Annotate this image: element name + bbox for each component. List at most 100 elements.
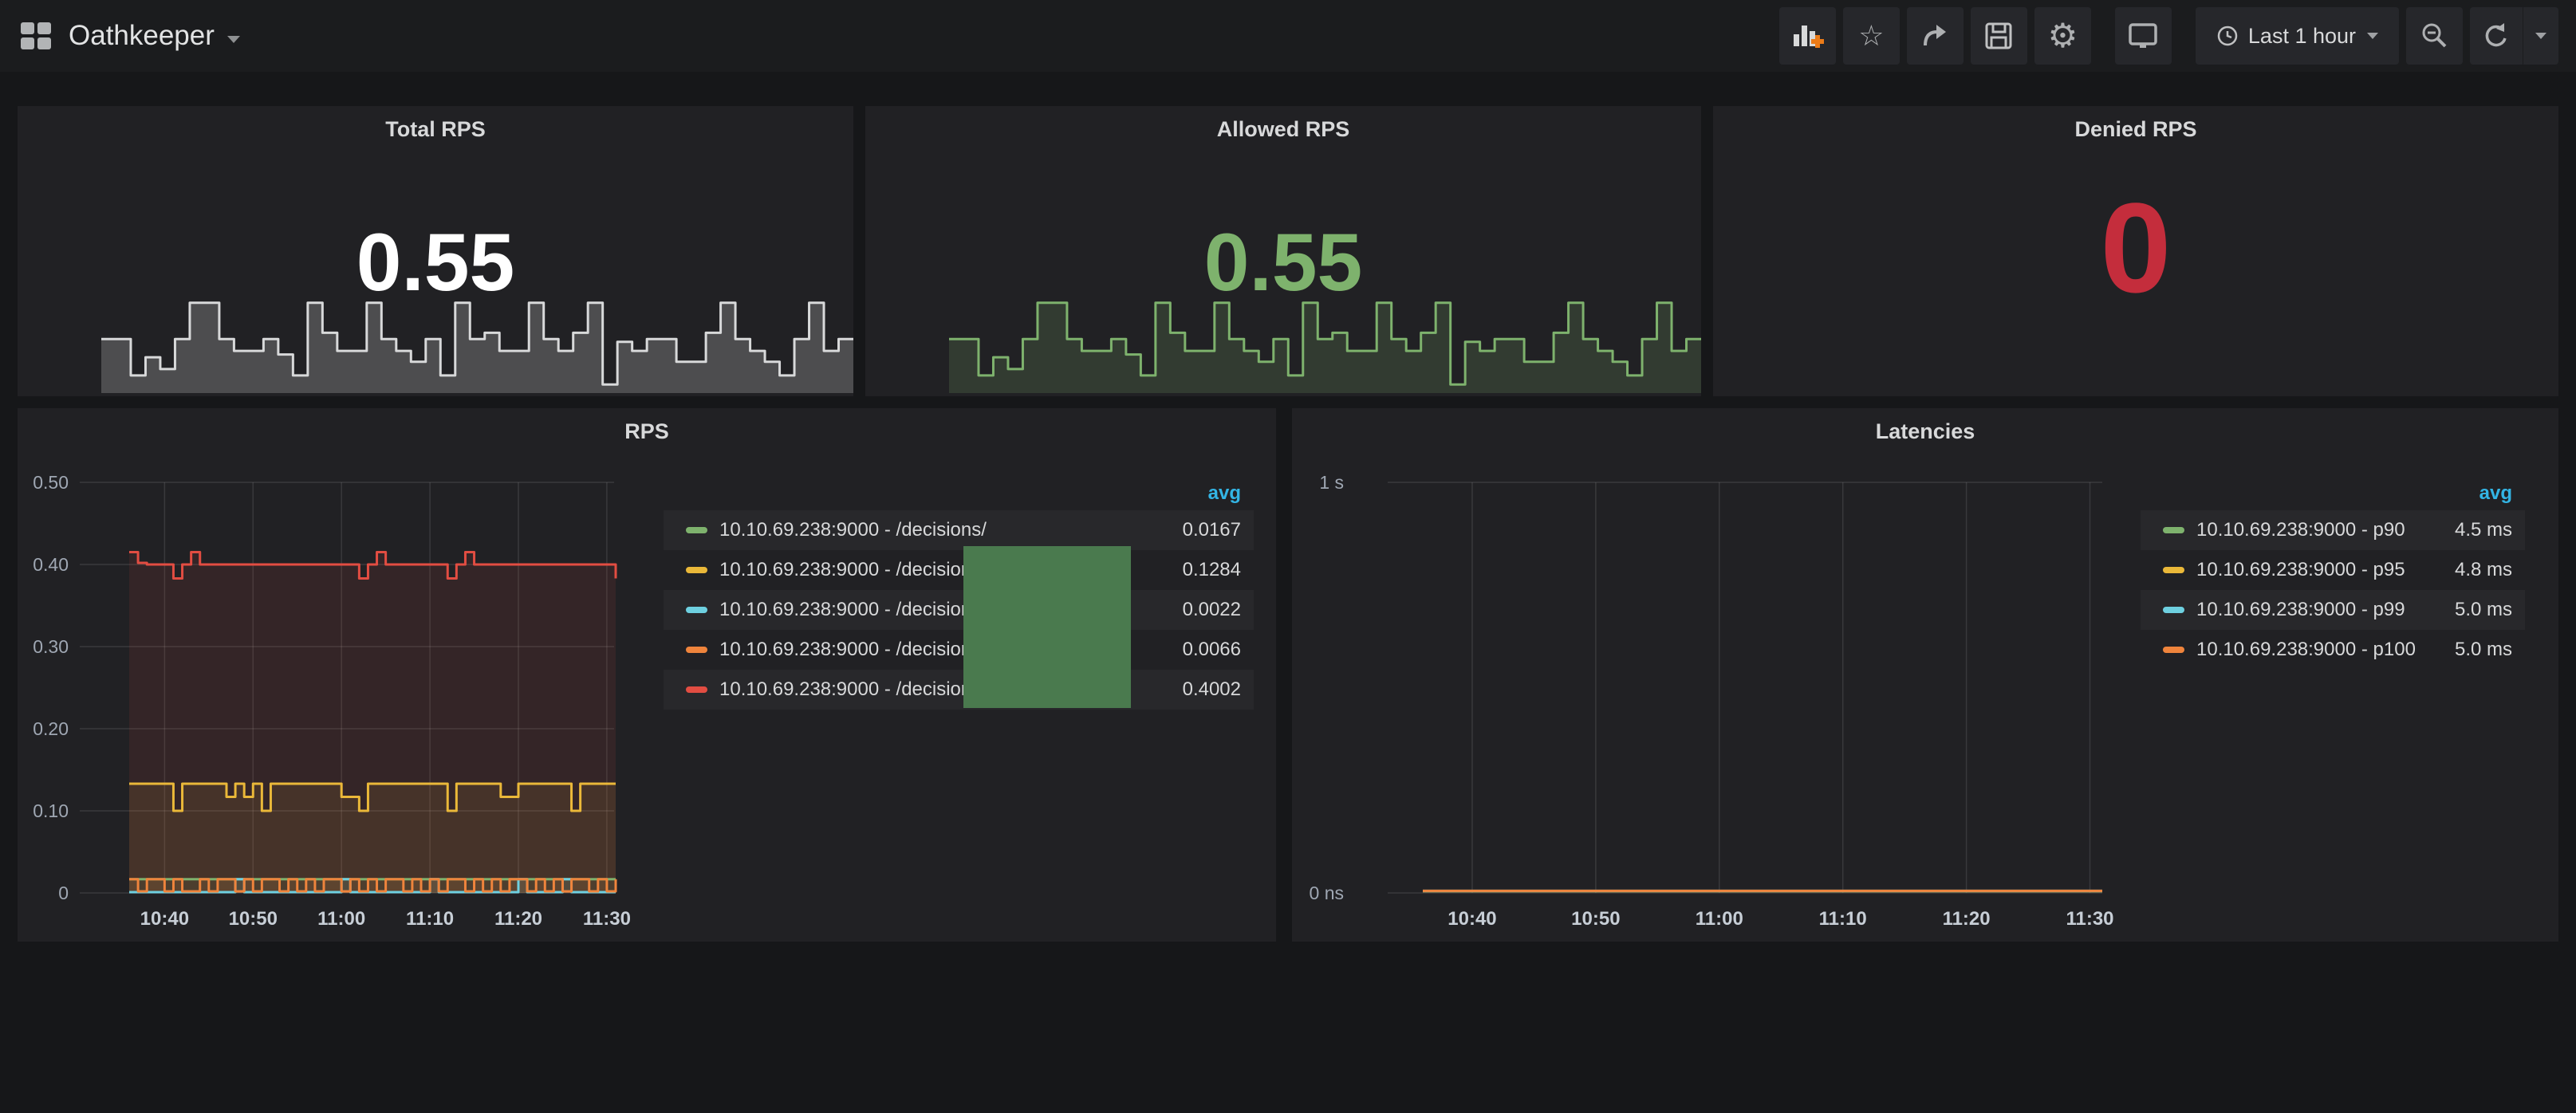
series-color-swatch [2163,607,2184,613]
star-button[interactable]: ☆ [1843,7,1900,65]
caret-down-icon [227,36,240,43]
series-color-swatch [686,607,707,613]
series-name: 10.10.69.238:9000 - /decisions/ [719,599,987,621]
series-avg: 4.8 ms [2455,559,2512,581]
time-range-picker[interactable]: Last 1 hour [2196,7,2399,65]
refresh-icon [2482,22,2511,50]
series-avg: 0.0066 [1183,639,1241,661]
zoom-out-icon [2420,21,2450,51]
green-overlay-box [963,546,1131,708]
legend-row[interactable]: 10.10.69.238:9000 - /decisions/ 0.0167 [664,510,1254,550]
caret-down-icon [2535,33,2546,39]
series-avg: 0.0022 [1183,599,1241,621]
legend-row[interactable]: 10.10.69.238:9000 - /decisions/ 0.0066 [664,630,1254,670]
legend-row[interactable]: 10.10.69.238:9000 - /decisions/ 0.1284 [664,550,1254,590]
legend-row[interactable]: 10.10.69.238:9000 - /decisions/ 0.4002 [664,670,1254,710]
svg-text:1 s: 1 s [1319,472,1344,493]
gear-icon: ⚙ [2048,19,2078,53]
grafana-dashboard: Oathkeeper ☆ [0,0,2576,1113]
svg-text:0.20: 0.20 [33,718,69,739]
svg-text:10:40: 10:40 [1448,908,1496,930]
panel-title[interactable]: Total RPS [18,117,853,142]
legend-row[interactable]: 10.10.69.238:9000 - p99 5.0 ms [2141,590,2525,630]
legend-row[interactable]: 10.10.69.238:9000 - /decisions/ 0.0022 [664,590,1254,630]
tv-icon [2126,21,2160,51]
panel-latencies-chart: Latencies 0 ns 1 s 10:40 10:50 11:00 11:10 11:… [1292,408,2558,942]
svg-text:11:30: 11:30 [583,908,631,930]
dashboards-grid-icon [21,22,51,49]
svg-text:11:00: 11:00 [317,908,365,930]
navbar-toolbar: ☆ ⚙ [1772,7,2558,65]
legend-avg-header: avg [2141,477,2525,510]
svg-text:10:50: 10:50 [1571,908,1620,930]
panel-title[interactable]: Denied RPS [1713,117,2558,142]
stat-value: 0.55 [865,216,1701,309]
dashboard-title[interactable]: Oathkeeper [69,20,215,52]
series-avg: 5.0 ms [2455,599,2512,621]
svg-text:0.30: 0.30 [33,636,69,657]
share-button[interactable] [1907,7,1964,65]
series-avg: 0.4002 [1183,678,1241,701]
series-avg: 0.0167 [1183,519,1241,541]
series-name: 10.10.69.238:9000 - /decisions/ [719,559,987,581]
svg-text:0.40: 0.40 [33,554,69,575]
series-name: 10.10.69.238:9000 - /decisions/ [719,678,987,701]
series-name: 10.10.69.238:9000 - p99 [2196,599,2405,621]
svg-text:0.50: 0.50 [33,472,69,493]
svg-text:11:20: 11:20 [1943,908,1991,930]
svg-text:11:30: 11:30 [2066,908,2113,930]
stat-value: 0 [1713,175,2558,321]
panel-title[interactable]: Allowed RPS [865,117,1701,142]
series-color-swatch [686,686,707,693]
caret-down-icon [2367,33,2378,39]
panel-title[interactable]: RPS [18,419,1276,444]
rps-legend: avg 10.10.69.238:9000 - /decisions/ 0.01… [664,477,1254,710]
dashboard-switcher[interactable]: Oathkeeper [21,20,240,52]
cycle-view-button[interactable] [2115,7,2172,65]
series-name: 10.10.69.238:9000 - p95 [2196,559,2405,581]
star-icon: ☆ [1858,22,1884,50]
svg-text:11:20: 11:20 [494,908,542,930]
svg-text:0.10: 0.10 [33,800,69,821]
series-name: 10.10.69.238:9000 - p90 [2196,519,2405,541]
latencies-legend: avg 10.10.69.238:9000 - p90 4.5 ms 10.10… [2141,477,2525,670]
clock-icon [2216,25,2239,47]
time-range-label: Last 1 hour [2248,24,2356,49]
legend-row[interactable]: 10.10.69.238:9000 - p90 4.5 ms [2141,510,2525,550]
series-name: 10.10.69.238:9000 - /decisions/ [719,639,987,661]
panel-total-rps: Total RPS 0.55 [18,106,853,396]
svg-text:11:00: 11:00 [1696,908,1743,930]
svg-text:0 ns: 0 ns [1310,883,1344,903]
series-color-swatch [2163,527,2184,533]
legend-row[interactable]: 10.10.69.238:9000 - p100 5.0 ms [2141,630,2525,670]
series-avg: 5.0 ms [2455,639,2512,661]
series-name: 10.10.69.238:9000 - /decisions/ [719,519,987,541]
add-panel-icon [1790,20,1825,52]
series-color-swatch [686,527,707,533]
add-panel-button[interactable] [1779,7,1836,65]
svg-text:10:40: 10:40 [140,908,189,930]
refresh-split-button [2470,7,2558,65]
legend-row[interactable]: 10.10.69.238:9000 - p95 4.8 ms [2141,550,2525,590]
series-color-swatch [2163,647,2184,653]
refresh-button[interactable] [2470,7,2523,65]
panel-denied-rps: Denied RPS 0 [1713,106,2558,396]
series-avg: 0.1284 [1183,559,1241,581]
series-color-swatch [2163,567,2184,573]
legend-avg-header: avg [664,477,1254,510]
series-color-swatch [686,647,707,653]
panel-allowed-rps: Allowed RPS 0.55 [865,106,1701,396]
svg-text:10:50: 10:50 [229,908,278,930]
series-color-swatch [686,567,707,573]
svg-text:11:10: 11:10 [1819,908,1867,930]
save-icon [1983,21,2014,51]
refresh-interval-dropdown[interactable] [2523,7,2558,65]
stat-value: 0.55 [18,216,853,309]
panel-title[interactable]: Latencies [1292,419,2558,444]
zoom-out-button[interactable] [2406,7,2463,65]
svg-text:0: 0 [58,883,69,903]
series-avg: 4.5 ms [2455,519,2512,541]
series-name: 10.10.69.238:9000 - p100 [2196,639,2416,661]
settings-button[interactable]: ⚙ [2034,7,2091,65]
save-button[interactable] [1971,7,2027,65]
